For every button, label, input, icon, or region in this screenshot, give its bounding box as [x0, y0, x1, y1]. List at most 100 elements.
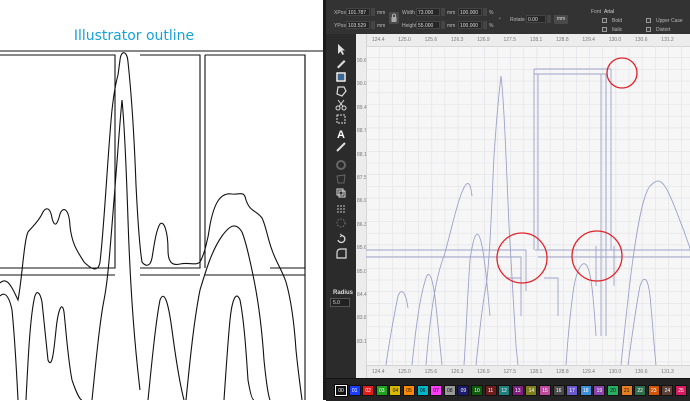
- layer-swatch-12[interactable]: 12: [498, 385, 511, 396]
- width-field[interactable]: 73.000: [416, 8, 440, 16]
- height-label: Height: [402, 23, 417, 29]
- height-field[interactable]: 55.000: [416, 21, 440, 29]
- ruler-bottom-tick: 124.4: [372, 369, 385, 375]
- upper-case-checkbox[interactable]: [646, 18, 651, 23]
- distort-label: Distort: [656, 27, 671, 33]
- radius-label: Radius: [333, 290, 354, 296]
- layer-swatch-01[interactable]: 01: [348, 385, 361, 396]
- layer-swatch-20[interactable]: 20: [607, 385, 619, 396]
- layer-swatch-14[interactable]: 14: [525, 385, 538, 396]
- ruler-bottom-tick: 131.3: [661, 369, 674, 375]
- ruler-bottom-tick: 128.1: [529, 369, 543, 375]
- illustrator-preview-pane: Illustrator outline: [0, 0, 324, 400]
- ruler-top-tick: 129.4: [582, 37, 595, 43]
- weld-tool-icon[interactable]: [334, 186, 348, 200]
- circular-array-icon[interactable]: [334, 216, 348, 230]
- width-unit: mm: [447, 10, 456, 16]
- layer-swatch-11[interactable]: 11: [484, 385, 497, 396]
- select-tool-icon[interactable]: [334, 42, 348, 56]
- ruler-bottom-tick: 130.6: [635, 369, 648, 375]
- rotate-label: Rotate: [510, 17, 525, 23]
- xpos-unit: mm: [377, 10, 386, 16]
- polygon-tool-icon[interactable]: [334, 84, 348, 98]
- layer-swatch-22[interactable]: 22: [634, 385, 647, 396]
- height-stepper[interactable]: [441, 21, 445, 29]
- edit-nodes-icon[interactable]: [334, 56, 348, 70]
- height-scale-stepper[interactable]: [483, 21, 487, 29]
- layer-swatch-23[interactable]: 23: [647, 385, 660, 396]
- layer-swatch-04[interactable]: 04: [389, 385, 402, 396]
- tool-strip: A Radius 5.0: [326, 34, 356, 378]
- layer-swatch-13[interactable]: 13: [511, 385, 524, 396]
- layer-swatch-19[interactable]: 19: [593, 385, 606, 396]
- ruler-top-tick: 125.0: [398, 37, 411, 43]
- rotary-tool-icon[interactable]: [334, 232, 348, 246]
- xpos-field[interactable]: 101.787: [346, 8, 370, 16]
- ypos-stepper[interactable]: [371, 21, 375, 29]
- layer-swatch-18[interactable]: 18: [579, 385, 592, 396]
- ruler-top-tick: 126.9: [477, 37, 490, 43]
- lock-aspect-icon[interactable]: [389, 12, 399, 24]
- corner-radius-icon[interactable]: [334, 246, 348, 260]
- layer-swatch-03[interactable]: 03: [375, 385, 388, 396]
- xpos-stepper[interactable]: [371, 8, 375, 16]
- ypos-label: YPos: [334, 23, 346, 29]
- width-scale-stepper[interactable]: [483, 8, 487, 16]
- layer-swatch-25[interactable]: 25: [675, 385, 687, 396]
- offset-tool-icon[interactable]: [334, 172, 348, 186]
- bold-checkbox[interactable]: [602, 18, 607, 23]
- text-tool-icon[interactable]: A: [334, 126, 348, 140]
- layer-swatch-10[interactable]: 10: [471, 385, 483, 396]
- height-scale-field[interactable]: 100.000: [458, 21, 482, 29]
- rotate-field[interactable]: 0.00: [526, 15, 546, 23]
- layer-swatch-05[interactable]: 05: [403, 385, 415, 396]
- laser-editor-window: XPos 101.787 mm YPos 103.529 mm Width 73…: [326, 0, 690, 401]
- width-stepper[interactable]: [441, 8, 445, 16]
- circle-tool-icon[interactable]: [334, 158, 348, 172]
- layer-swatch-08[interactable]: 08: [443, 385, 456, 396]
- layer-swatch-17[interactable]: 17: [566, 385, 579, 396]
- layer-swatch-16[interactable]: 16: [552, 385, 565, 396]
- height-unit: mm: [447, 23, 456, 29]
- ruler-top-tick: 130.6: [635, 37, 648, 43]
- rotate-stepper[interactable]: [547, 15, 551, 23]
- ruler-bottom-tick: 128.8: [556, 369, 569, 375]
- grid-array-icon[interactable]: [334, 202, 348, 216]
- ruler-bottom-tick: 126.3: [450, 369, 464, 375]
- layer-swatch-07[interactable]: 07: [430, 385, 443, 396]
- dashed-rect-tool-icon[interactable]: [334, 112, 348, 126]
- width-scale-field[interactable]: 100.000: [458, 8, 482, 16]
- layer-swatch-15[interactable]: 15: [539, 385, 551, 396]
- ruler-top-tick: 131.2: [661, 37, 674, 43]
- svg-text:A: A: [337, 129, 345, 140]
- rectangle-tool-icon[interactable]: [334, 70, 348, 84]
- layer-swatch-06[interactable]: 06: [416, 385, 429, 396]
- rotate-unit-button[interactable]: mm: [554, 15, 568, 24]
- radius-field[interactable]: 5.0: [330, 298, 350, 307]
- scissors-icon[interactable]: [334, 98, 348, 112]
- ruler-top-tick: 126.3: [450, 37, 464, 43]
- ypos-field[interactable]: 103.529: [346, 21, 370, 29]
- height-scale-percent: %: [489, 23, 494, 29]
- layer-swatch-21[interactable]: 21: [620, 385, 633, 396]
- ruler-bottom-tick: 125.0: [398, 369, 411, 375]
- font-select[interactable]: Arial: [604, 9, 614, 15]
- layer-swatch-02[interactable]: 02: [362, 385, 375, 396]
- layer-swatch-00[interactable]: 00: [334, 384, 348, 397]
- italic-checkbox[interactable]: [602, 27, 607, 32]
- illustrator-outline-artwork: [0, 50, 324, 400]
- ruler-bottom-tick: 125.6: [424, 369, 438, 375]
- distort-checkbox[interactable]: [646, 27, 651, 32]
- canvas-workspace[interactable]: [366, 46, 690, 365]
- ruler-top-tick: 127.5: [503, 37, 517, 43]
- layer-swatch-24[interactable]: 24: [661, 385, 674, 396]
- ruler-bottom-tick: 126.9: [477, 369, 490, 375]
- measure-tool-icon[interactable]: [334, 140, 348, 154]
- ruler-bottom-tick: 129.4: [582, 369, 595, 375]
- ruler-top-tick: 130.0: [608, 37, 622, 43]
- ruler-bottom-tick: 127.5: [503, 369, 517, 375]
- layer-swatch-09[interactable]: 09: [457, 385, 470, 396]
- width-scale-percent: %: [489, 10, 494, 16]
- design-canvas[interactable]: 124.4 125.0 125.6 126.3 126.9 127.5 128.1 128.8…: [356, 34, 690, 378]
- ypos-unit: mm: [377, 23, 386, 29]
